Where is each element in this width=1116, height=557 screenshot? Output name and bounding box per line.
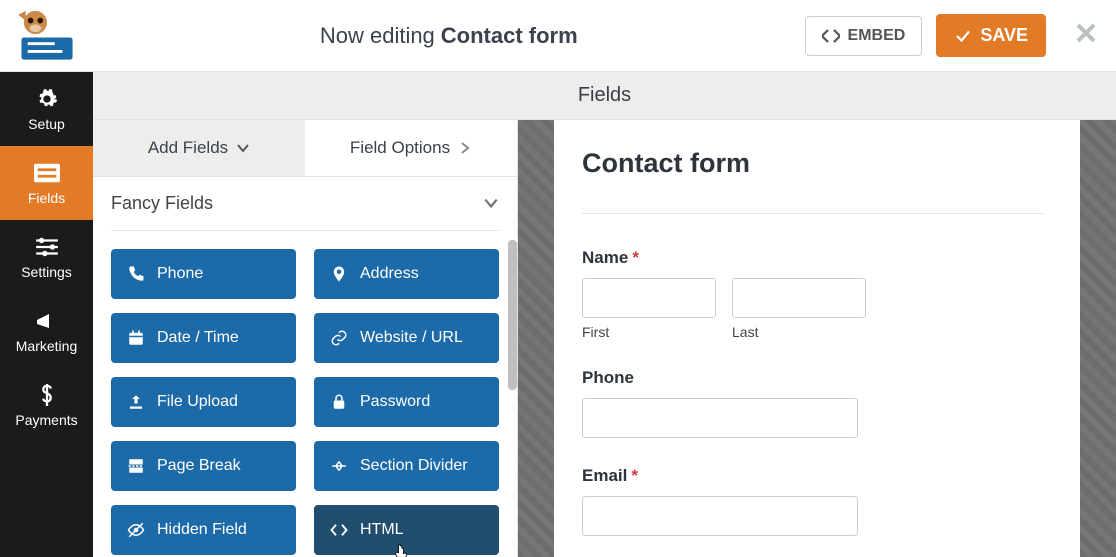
- pagebreak-icon: [127, 457, 145, 475]
- fields-panel: Add Fields Field Options Fancy Fields Ph…: [93, 120, 518, 557]
- field-type-label: Website / URL: [360, 329, 463, 347]
- link-icon: [330, 329, 348, 347]
- rail-label: Settings: [21, 264, 72, 280]
- field-type-date-time[interactable]: Date / Time: [111, 313, 296, 363]
- phone-icon: [127, 265, 145, 283]
- field-type-label: Section Divider: [360, 457, 468, 475]
- editing-form-name: Contact form: [441, 23, 578, 49]
- field-type-password[interactable]: Password: [314, 377, 499, 427]
- divider-icon: [330, 457, 348, 475]
- form-icon: [34, 162, 60, 184]
- editing-prefix: Now editing: [320, 23, 435, 49]
- embed-label: EMBED: [848, 27, 906, 45]
- required-indicator: *: [632, 248, 639, 268]
- field-label: Phone: [582, 368, 634, 388]
- phone-input[interactable]: [582, 398, 858, 438]
- lock-icon: [330, 393, 348, 411]
- field-grid: Phone Address Date / Time Website / URL File…: [93, 231, 517, 557]
- embed-button[interactable]: EMBED: [805, 16, 923, 56]
- sublabel-last: Last: [732, 324, 866, 340]
- section-label: Fancy Fields: [111, 193, 213, 214]
- calendar-icon: [127, 329, 145, 347]
- scrollbar[interactable]: [508, 240, 517, 390]
- sliders-icon: [34, 236, 60, 258]
- field-type-label: Date / Time: [157, 329, 239, 347]
- save-button[interactable]: SAVE: [936, 14, 1046, 57]
- sublabel-first: First: [582, 324, 716, 340]
- rail-item-payments[interactable]: Payments: [0, 368, 93, 442]
- field-type-hidden-field[interactable]: Hidden Field: [111, 505, 296, 555]
- divider: [582, 213, 1044, 214]
- tab-label: Field Options: [350, 138, 450, 158]
- form-title: Contact form: [582, 148, 1044, 179]
- field-label: Name: [582, 248, 628, 268]
- tab-add-fields[interactable]: Add Fields: [93, 120, 305, 177]
- field-type-address[interactable]: Address: [314, 249, 499, 299]
- field-type-label: Page Break: [157, 457, 241, 475]
- pin-icon: [330, 265, 348, 283]
- chevron-down-icon: [483, 195, 499, 211]
- tab-field-options[interactable]: Field Options: [305, 120, 517, 177]
- field-phone[interactable]: Phone: [582, 368, 1044, 438]
- save-label: SAVE: [980, 25, 1028, 46]
- field-label: Email: [582, 466, 627, 486]
- field-type-label: Phone: [157, 265, 203, 283]
- rail-label: Fields: [28, 190, 65, 206]
- rail-item-settings[interactable]: Settings: [0, 220, 93, 294]
- form-canvas[interactable]: Contact form Name * Fi: [554, 120, 1116, 557]
- eye-off-icon: [127, 521, 145, 539]
- field-email[interactable]: Email *: [582, 466, 1044, 536]
- rail-label: Payments: [15, 412, 77, 428]
- field-type-label: HTML: [360, 521, 404, 539]
- rail-label: Marketing: [16, 338, 77, 354]
- field-type-section-divider[interactable]: Section Divider: [314, 441, 499, 491]
- close-button[interactable]: [1074, 21, 1098, 50]
- cursor-pointer-icon: [392, 543, 410, 557]
- dollar-icon: [34, 384, 60, 406]
- editing-title: Now editing Contact form: [93, 23, 805, 49]
- field-type-phone[interactable]: Phone: [111, 249, 296, 299]
- field-type-label: Address: [360, 265, 419, 283]
- field-type-website-url[interactable]: Website / URL: [314, 313, 499, 363]
- top-bar: Now editing Contact form EMBED SAVE: [0, 0, 1116, 72]
- rail-item-setup[interactable]: Setup: [0, 72, 93, 146]
- field-type-page-break[interactable]: Page Break: [111, 441, 296, 491]
- left-rail: Setup Fields Settings Marketing Payments: [0, 72, 93, 557]
- code-icon: [822, 29, 840, 43]
- code-icon: [330, 521, 348, 539]
- page-heading: Fields: [93, 72, 1116, 120]
- rail-item-marketing[interactable]: Marketing: [0, 294, 93, 368]
- gear-icon: [34, 88, 60, 110]
- bullhorn-icon: [34, 310, 60, 332]
- check-icon: [954, 27, 972, 45]
- rail-item-fields[interactable]: Fields: [0, 146, 93, 220]
- close-icon: [1074, 21, 1098, 45]
- form-canvas-wrap: Contact form Name * Fi: [518, 120, 1116, 557]
- field-type-label: Hidden Field: [157, 521, 247, 539]
- first-name-input[interactable]: [582, 278, 716, 318]
- chevron-right-icon: [458, 141, 472, 155]
- email-input[interactable]: [582, 496, 858, 536]
- rail-label: Setup: [28, 116, 65, 132]
- app-logo: [0, 9, 93, 63]
- field-name[interactable]: Name * First: [582, 248, 1044, 340]
- field-type-label: Password: [360, 393, 430, 411]
- upload-icon: [127, 393, 145, 411]
- field-type-label: File Upload: [157, 393, 238, 411]
- tab-label: Add Fields: [148, 138, 228, 158]
- field-type-file-upload[interactable]: File Upload: [111, 377, 296, 427]
- chevron-down-icon: [236, 141, 250, 155]
- required-indicator: *: [631, 466, 638, 486]
- section-fancy-fields[interactable]: Fancy Fields: [111, 177, 499, 231]
- field-type-html[interactable]: HTML: [314, 505, 499, 555]
- last-name-input[interactable]: [732, 278, 866, 318]
